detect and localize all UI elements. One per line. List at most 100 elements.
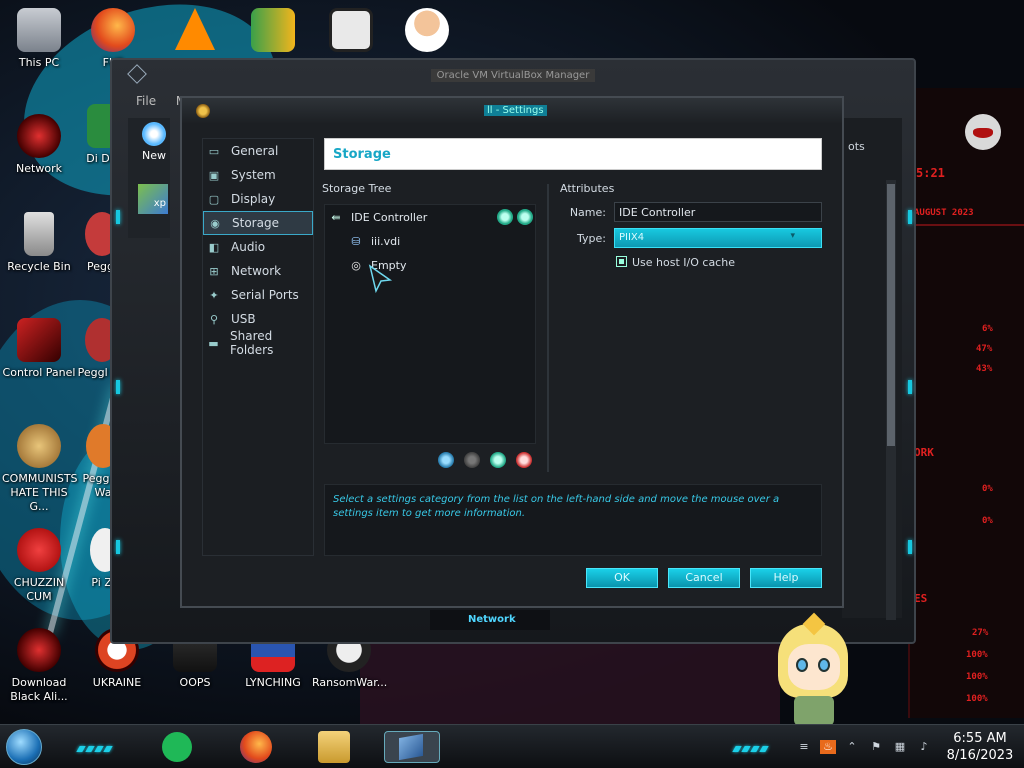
volume-icon[interactable]: ♪ — [916, 740, 932, 754]
settings-dialog: ll - Settings ▭ General ▣ System ▢ Displ… — [180, 96, 844, 608]
manager-title-bar[interactable]: Oracle VM VirtualBox Manager — [112, 60, 914, 90]
desktop-icon-control-panel[interactable]: Control Panel — [2, 318, 76, 380]
desktop-icon-label: UKRAINE — [92, 676, 142, 689]
use-host-io-cache-checkbox[interactable] — [616, 256, 627, 267]
network-globe-icon — [17, 114, 61, 158]
system-tray: ≡ ♨ ⌃ ⚑ ▦ ♪ 6:55 AM 8/16/2023 — [792, 725, 1024, 768]
alien-globe-icon — [17, 628, 61, 672]
folder-icon: ▬ — [208, 336, 219, 350]
desktop-icon-label: Download Black Ali... — [10, 676, 68, 703]
help-button[interactable]: Help — [750, 568, 822, 588]
nav-audio[interactable]: ◧ Audio — [203, 235, 313, 259]
attachment-label: iii.vdi — [371, 234, 401, 248]
clock-time: 6:55 AM — [953, 731, 1007, 746]
desktop-icon-label: This PC — [18, 56, 60, 69]
menu-icon[interactable]: ≡ — [796, 740, 812, 754]
add-hard-disk-icon[interactable] — [517, 209, 533, 225]
nav-storage[interactable]: ◉ Storage — [203, 211, 313, 235]
desktop-icon-this-pc[interactable]: This PC — [2, 8, 76, 70]
controller-name-input[interactable] — [614, 202, 822, 222]
settings-title-bar[interactable]: ll - Settings — [182, 98, 842, 124]
virtualbox-cube-icon — [399, 733, 423, 761]
ok-button[interactable]: OK — [586, 568, 658, 588]
settings-gear-icon — [196, 104, 210, 118]
manager-scrollbar[interactable] — [886, 180, 896, 620]
add-controller-icon[interactable] — [438, 452, 454, 468]
computer-icon — [17, 8, 61, 52]
menu-file[interactable]: File — [136, 94, 156, 108]
widget-stat: 100% — [966, 694, 988, 704]
cancel-button[interactable]: Cancel — [668, 568, 740, 588]
desktop-icon-recycle-bin[interactable]: Recycle Bin — [2, 212, 76, 274]
remove-controller-icon[interactable] — [464, 452, 480, 468]
nav-network[interactable]: ⊞ Network — [203, 259, 313, 283]
nav-serial-ports[interactable]: ✦ Serial Ports — [203, 283, 313, 307]
desktop-icon-label: Recycle Bin — [7, 260, 71, 273]
virtualbox-taskbar-button[interactable] — [384, 731, 440, 763]
name-label: Name: — [569, 206, 606, 219]
widget-time: 5:21 — [916, 166, 945, 180]
vm-xp-icon[interactable]: xp — [138, 184, 168, 214]
disk-icon: ◉ — [210, 216, 220, 230]
nav-label: Shared Folders — [230, 329, 274, 357]
widget-stat: 0% — [982, 484, 993, 494]
chevron-up-icon[interactable]: ⌃ — [844, 740, 860, 754]
desktop-icon-doctor[interactable] — [390, 8, 464, 56]
network-icon: ⊞ — [209, 264, 219, 278]
clock[interactable]: 6:55 AM 8/16/2023 — [936, 730, 1024, 764]
nav-shared-folders[interactable]: ▬ Shared Folders — [203, 329, 313, 357]
clock-date: 8/16/2023 — [946, 748, 1014, 763]
widget-stat: 6% — [982, 324, 993, 334]
remove-attachment-icon[interactable] — [516, 452, 532, 468]
desktop-icon-label: COMMUNISTS HATE THIS G... — [2, 472, 78, 513]
tree-attachment-vdi[interactable]: ⛁ iii.vdi — [349, 231, 400, 251]
page-header: Storage — [324, 138, 822, 170]
manager-toolbar: New xp — [128, 118, 170, 238]
info-text: Select a settings category from the list… — [333, 494, 780, 519]
java-update-icon[interactable]: ♨ — [820, 740, 836, 754]
network-tray-icon[interactable]: ▦ — [892, 740, 908, 754]
desktop-icon-label: CHUZZIN CUM — [13, 576, 65, 603]
messages-app-icon[interactable] — [162, 732, 192, 762]
widget-stat: 43% — [976, 364, 993, 374]
nav-label: Display — [231, 192, 276, 206]
speaker-icon: ◧ — [208, 240, 220, 254]
nav-system[interactable]: ▣ System — [203, 163, 313, 187]
desktop-icon-hxd[interactable] — [236, 8, 310, 56]
desktop-icon-download-black-alien[interactable]: Download Black Ali... — [2, 628, 76, 704]
type-value: PIIX4 — [619, 232, 645, 243]
add-optical-drive-icon[interactable] — [497, 209, 513, 225]
nav-label: Serial Ports — [231, 288, 299, 302]
alienware-logo-icon — [965, 114, 1001, 150]
frame-accent — [116, 380, 120, 394]
nav-usb[interactable]: ⚲ USB — [203, 307, 313, 331]
snapshots-button-label[interactable]: ots — [848, 140, 865, 153]
tree-ide-controller[interactable]: ⇚ IDE Controller — [329, 207, 533, 227]
start-button[interactable] — [6, 729, 42, 765]
hxd-icon — [251, 8, 295, 52]
desktop-icon-chuzzin[interactable]: CHUZZIN CUM — [2, 528, 76, 604]
nav-general[interactable]: ▭ General — [203, 139, 313, 163]
storage-tree: ⇚ IDE Controller ⛁ iii.vdi ◎ Empty — [324, 204, 536, 444]
controller-label: IDE Controller — [351, 210, 428, 224]
desktop-icon-label: Network — [16, 162, 62, 175]
nav-label: General — [231, 144, 279, 158]
desktop-icon-maze[interactable] — [314, 8, 388, 56]
controller-type-select[interactable]: PIIX4 ▾ — [614, 228, 822, 248]
file-explorer-icon[interactable] — [318, 731, 350, 763]
firefox-taskbar-icon[interactable] — [240, 731, 272, 763]
desktop-icon-vlc[interactable] — [158, 8, 232, 54]
desktop-icon-network[interactable]: Network — [2, 114, 76, 176]
desktop-icon-communists[interactable]: COMMUNISTS HATE THIS G... — [2, 424, 78, 514]
add-attachment-icon[interactable] — [490, 452, 506, 468]
desktop-icon-label: Control Panel — [2, 366, 76, 379]
scrollbar-thumb[interactable] — [887, 184, 895, 446]
vlc-cone-icon — [175, 8, 215, 50]
flag-icon[interactable]: ⚑ — [868, 740, 884, 754]
network-section-tab[interactable]: Network — [430, 610, 550, 630]
nav-display[interactable]: ▢ Display — [203, 187, 313, 211]
new-vm-button[interactable]: New — [134, 122, 174, 162]
new-label: New — [142, 149, 166, 162]
manager-title: Oracle VM VirtualBox Manager — [430, 68, 596, 82]
chuzzle-icon — [17, 528, 61, 572]
